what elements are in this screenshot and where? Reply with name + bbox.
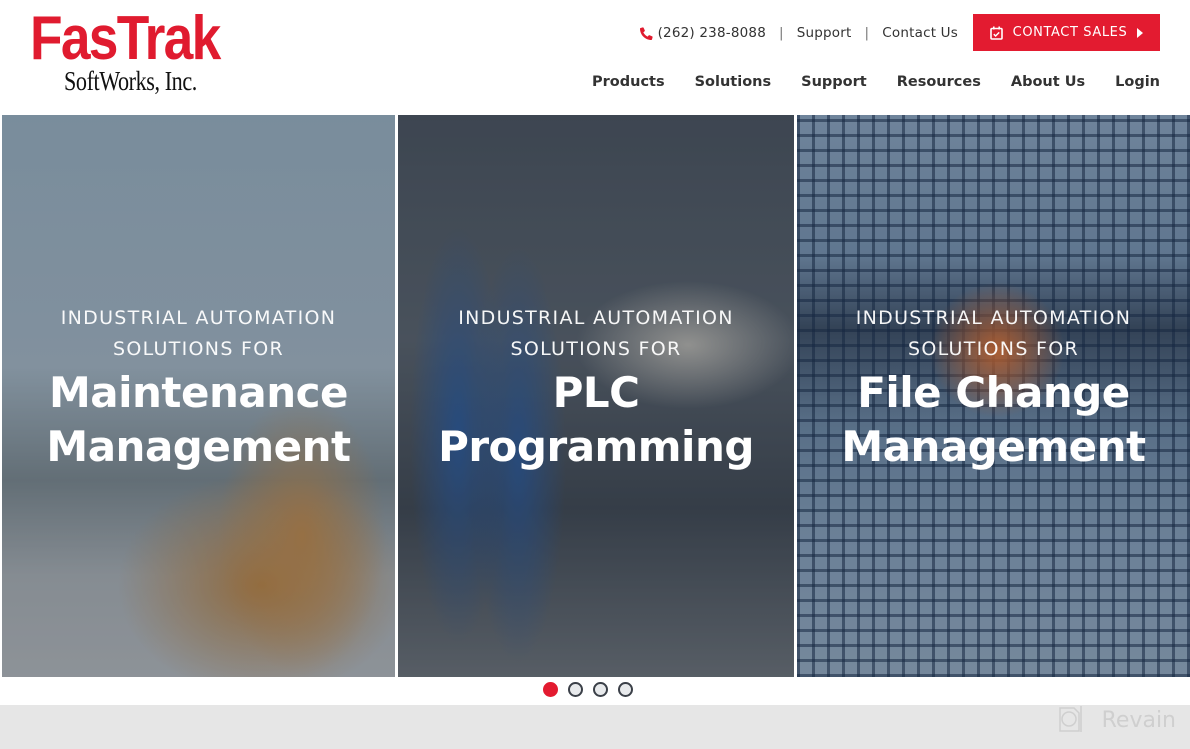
nav-about-us[interactable]: About Us xyxy=(1011,74,1085,90)
hero-panel-plc[interactable]: INDUSTRIAL AUTOMATION SOLUTIONS FOR PLC … xyxy=(398,115,794,677)
phone-link[interactable]: (262) 238-8088 xyxy=(658,25,766,41)
support-link[interactable]: Support xyxy=(797,25,852,41)
caption-title: PLC xyxy=(552,368,640,417)
nav-solutions[interactable]: Solutions xyxy=(695,74,772,90)
logo-wordmark: FasTrak xyxy=(30,4,221,73)
caption-title: File Change xyxy=(857,368,1130,417)
main-nav: Products Solutions Support Resources Abo… xyxy=(562,74,1160,90)
nav-login[interactable]: Login xyxy=(1115,74,1160,90)
carousel-dot-2[interactable] xyxy=(568,682,583,697)
caption-title: Management xyxy=(46,422,351,471)
caption-eyebrow: SOLUTIONS FOR xyxy=(510,338,682,360)
caption-eyebrow: INDUSTRIAL AUTOMATION xyxy=(60,307,337,329)
hero-caption: INDUSTRIAL AUTOMATION SOLUTIONS FOR Main… xyxy=(2,303,395,473)
revain-watermark: Revain xyxy=(1054,704,1176,736)
caption-eyebrow: SOLUTIONS FOR xyxy=(112,338,285,360)
hero-panel-file-change[interactable]: INDUSTRIAL AUTOMATION SOLUTIONS FOR File… xyxy=(797,115,1190,677)
caption-eyebrow: INDUSTRIAL AUTOMATION xyxy=(458,307,734,329)
caret-right-icon xyxy=(1137,27,1144,38)
footer-band xyxy=(0,705,1190,749)
divider: | xyxy=(864,25,870,41)
caption-eyebrow: INDUSTRIAL AUTOMATION xyxy=(855,307,1132,329)
divider: | xyxy=(778,25,784,41)
contact-sales-button[interactable]: CONTACT SALES xyxy=(973,14,1160,51)
utility-bar: (262) 238-8088 | Support | Contact Us xyxy=(639,24,958,42)
contact-us-link[interactable]: Contact Us xyxy=(882,25,958,41)
logo-subtitle: SoftWorks, Inc. xyxy=(64,66,197,96)
caption-eyebrow: SOLUTIONS FOR xyxy=(907,338,1080,360)
caption-title: Management xyxy=(841,422,1146,471)
fastrak-logo[interactable]: FasTrak SoftWorks, Inc. xyxy=(30,8,221,98)
phone-icon xyxy=(639,26,653,40)
caption-title: Maintenance xyxy=(48,368,349,417)
site-header: FasTrak SoftWorks, Inc. (262) 238-8088 |… xyxy=(0,0,1190,115)
hero-carousel: INDUSTRIAL AUTOMATION SOLUTIONS FOR Main… xyxy=(0,115,1190,677)
calendar-check-icon xyxy=(989,26,1003,40)
hero-caption: INDUSTRIAL AUTOMATION SOLUTIONS FOR PLC … xyxy=(398,303,794,473)
carousel-dot-1[interactable] xyxy=(543,682,558,697)
hero-panel-maintenance[interactable]: INDUSTRIAL AUTOMATION SOLUTIONS FOR Main… xyxy=(2,115,395,677)
watermark-label: Revain xyxy=(1101,707,1176,733)
nav-support[interactable]: Support xyxy=(801,74,867,90)
carousel-dots xyxy=(543,682,633,697)
nav-resources[interactable]: Resources xyxy=(897,74,981,90)
hero-caption: INDUSTRIAL AUTOMATION SOLUTIONS FOR File… xyxy=(797,303,1190,473)
carousel-dot-3[interactable] xyxy=(593,682,608,697)
revain-logo-icon xyxy=(1054,704,1088,736)
carousel-dot-4[interactable] xyxy=(618,682,633,697)
contact-sales-label: CONTACT SALES xyxy=(1012,25,1128,40)
nav-products[interactable]: Products xyxy=(592,74,665,90)
caption-title: Programming xyxy=(438,422,754,471)
